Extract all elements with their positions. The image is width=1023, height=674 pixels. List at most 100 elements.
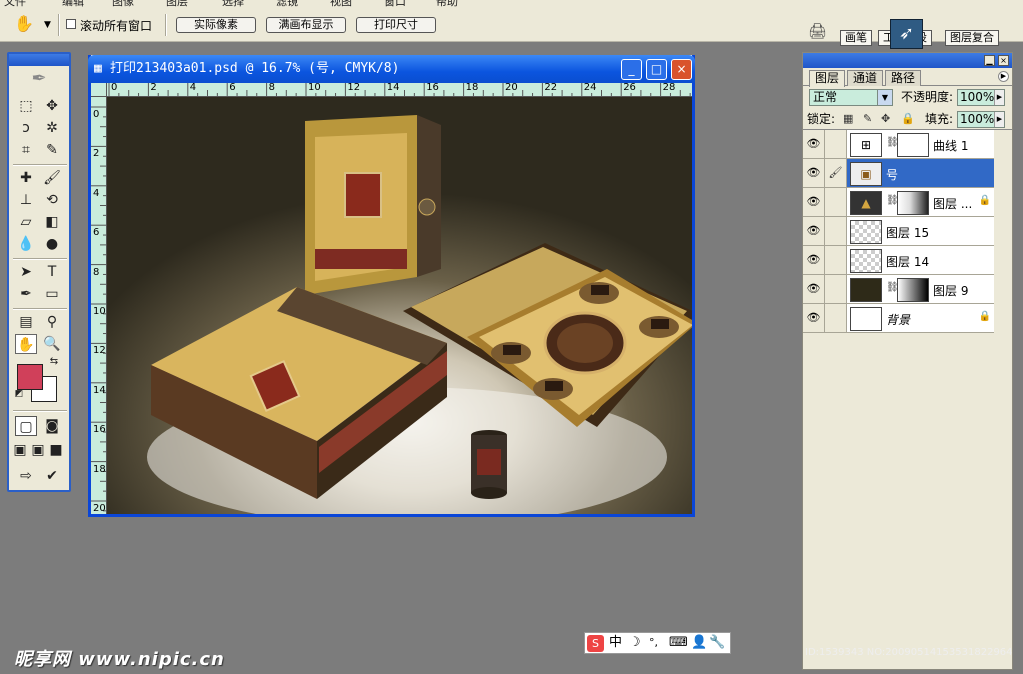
opacity-field[interactable]: 100% ▶ — [957, 89, 1005, 106]
wrench-icon[interactable]: 🔧 — [709, 633, 725, 653]
layer-mask-thumbnail[interactable] — [897, 191, 929, 215]
brush-icon[interactable]: 🖌 — [825, 159, 847, 187]
history-brush-icon[interactable]: ⟲ — [41, 190, 63, 210]
layer-thumbnail[interactable]: ▲ — [850, 191, 882, 215]
zoom-icon[interactable]: 🔍 — [41, 334, 63, 354]
moon-icon[interactable]: ☽ — [629, 633, 641, 653]
tab-layers[interactable]: 图层 — [809, 70, 846, 87]
notes-icon[interactable]: ▤ — [15, 312, 37, 332]
link-toggle[interactable] — [825, 217, 847, 245]
layer-thumbnail[interactable] — [850, 278, 882, 302]
hand-icon[interactable]: ✋ — [15, 334, 37, 354]
lock-all-icon[interactable]: 🔒 — [901, 112, 915, 125]
slice-icon[interactable]: ✎ — [41, 140, 63, 160]
screen-mode-full-menu-icon[interactable]: ▣ — [29, 440, 47, 460]
palette-menu-icon[interactable]: ▶ — [998, 71, 1009, 82]
edit-in-icon[interactable]: ✔ — [41, 466, 63, 486]
blend-mode-select[interactable]: 正常 ▼ — [809, 89, 893, 106]
link-toggle[interactable] — [825, 130, 847, 158]
layer-thumbnail[interactable]: ▣ — [850, 162, 882, 186]
menu-filter[interactable]: 滤镜 — [276, 0, 298, 8]
layer-row[interactable]: 👁 ▲ ⛓ 图层 ... 🔒 — [803, 188, 994, 217]
layer-row[interactable]: 👁 ⊞ ⛓ 曲线 1 — [803, 130, 994, 159]
clone-stamp-icon[interactable]: ⊥ — [15, 190, 37, 210]
chevron-right-icon[interactable]: ▶ — [994, 90, 1004, 105]
eye-icon[interactable]: 👁 — [803, 304, 825, 332]
menu-help[interactable]: 帮助 — [436, 0, 458, 8]
link-toggle[interactable] — [825, 304, 847, 332]
lock-transparency-icon[interactable]: ▦ — [843, 112, 853, 125]
lock-position-icon[interactable]: ✥ — [881, 112, 890, 125]
eraser-icon[interactable]: ▱ — [15, 212, 37, 232]
move-icon[interactable]: ✥ — [41, 96, 63, 116]
gradient-icon[interactable]: ◧ — [41, 212, 63, 232]
sogou-icon[interactable]: S — [587, 635, 604, 652]
healing-brush-icon[interactable]: ✚ — [15, 168, 37, 188]
layer-mask-thumbnail[interactable] — [897, 278, 929, 302]
eye-icon[interactable]: 👁 — [803, 159, 825, 187]
pen-icon[interactable]: ✒ — [15, 284, 37, 304]
layer-row[interactable]: 👁 ⛓ 图层 9 — [803, 275, 994, 304]
tab-brushes[interactable]: 画笔 — [840, 30, 872, 46]
tab-channels[interactable]: 通道 — [847, 70, 884, 86]
eye-icon[interactable]: 👁 — [803, 246, 825, 274]
stamp-icon[interactable]: 🖨 — [808, 22, 827, 40]
swap-colors-icon[interactable]: ⇆ — [47, 356, 61, 368]
layer-row[interactable]: 👁 背景 🔒 — [803, 304, 994, 333]
eyedropper-icon[interactable]: ⚲ — [41, 312, 63, 332]
close-button[interactable]: × — [671, 59, 692, 80]
layer-row[interactable]: 👁 图层 15 — [803, 217, 994, 246]
quick-mask-icon[interactable]: ◙ — [41, 416, 63, 436]
chevron-right-icon[interactable]: ▶ — [994, 112, 1004, 127]
marquee-icon[interactable]: ⬚ — [15, 96, 37, 116]
eye-icon[interactable]: 👁 — [803, 188, 825, 216]
maximize-button[interactable]: □ — [646, 59, 667, 80]
palette-title-bar[interactable]: ▁ × — [803, 53, 1012, 68]
tab-paths[interactable]: 路径 — [885, 70, 922, 86]
layer-thumbnail[interactable] — [850, 307, 882, 331]
menu-edit[interactable]: 编辑 — [62, 0, 84, 8]
link-toggle[interactable] — [825, 275, 847, 303]
layer-thumbnail[interactable] — [850, 249, 882, 273]
eye-icon[interactable]: 👁 — [803, 217, 825, 245]
palette-minimize-button[interactable]: ▁ — [984, 55, 995, 66]
scroll-all-checkbox[interactable] — [66, 19, 76, 29]
shape-icon[interactable]: ▭ — [41, 284, 63, 304]
layer-row[interactable]: 👁 图层 14 — [803, 246, 994, 275]
minimize-button[interactable]: _ — [621, 59, 642, 80]
user-icon[interactable]: 👤 — [691, 633, 707, 653]
lock-image-icon[interactable]: ✎ — [863, 112, 872, 125]
magic-wand-icon[interactable]: ✲ — [41, 118, 63, 138]
link-toggle[interactable] — [825, 188, 847, 216]
menu-view[interactable]: 视图 — [330, 0, 352, 8]
menu-image[interactable]: 图像 — [112, 0, 134, 8]
toolbox-header[interactable] — [9, 54, 69, 66]
dodge-icon[interactable]: ● — [41, 234, 63, 254]
ruler-origin[interactable] — [91, 83, 107, 97]
layer-thumbnail[interactable] — [850, 220, 882, 244]
vertical-ruler[interactable]: 0 2 4 6 8 10 12 14 16 18 20 — [91, 97, 107, 514]
image-canvas[interactable] — [107, 97, 692, 514]
standard-mode-icon[interactable]: ▢ — [15, 416, 37, 436]
menu-file[interactable]: 文件 — [4, 0, 26, 8]
tab-layer-comps[interactable]: 图层复合 — [945, 30, 999, 46]
brush-icon[interactable]: 🖌 — [41, 168, 63, 188]
crop-icon[interactable]: ⌗ — [15, 140, 37, 160]
layer-thumbnail[interactable]: ⊞ — [850, 133, 882, 157]
jump-to-imageready-icon[interactable]: ⇨ — [15, 466, 37, 486]
punctuation-icon[interactable]: °, — [649, 633, 658, 653]
link-toggle[interactable] — [825, 246, 847, 274]
actual-pixels-button[interactable]: 实际像素 — [176, 17, 256, 33]
layer-row[interactable]: 👁 🖌 ▣ 号 — [803, 159, 994, 188]
keyboard-icon[interactable]: ⌨ — [669, 633, 688, 653]
screen-mode-standard-icon[interactable]: ▣ — [11, 440, 29, 460]
screen-mode-full-icon[interactable]: ■ — [47, 440, 65, 460]
fill-field[interactable]: 100% ▶ — [957, 111, 1005, 128]
document-title-bar[interactable]: ▦ 打印213403a01.psd @ 16.7% (号, CMYK/8) — [88, 55, 695, 83]
type-icon[interactable]: T — [41, 262, 63, 282]
foreground-color-swatch[interactable] — [17, 364, 43, 390]
menu-select[interactable]: 选择 — [222, 0, 244, 8]
menu-layer[interactable]: 图层 — [166, 0, 188, 8]
ime-language[interactable]: 中 — [609, 633, 622, 653]
tool-preset-picker[interactable]: ✋ ▼ — [14, 13, 54, 35]
